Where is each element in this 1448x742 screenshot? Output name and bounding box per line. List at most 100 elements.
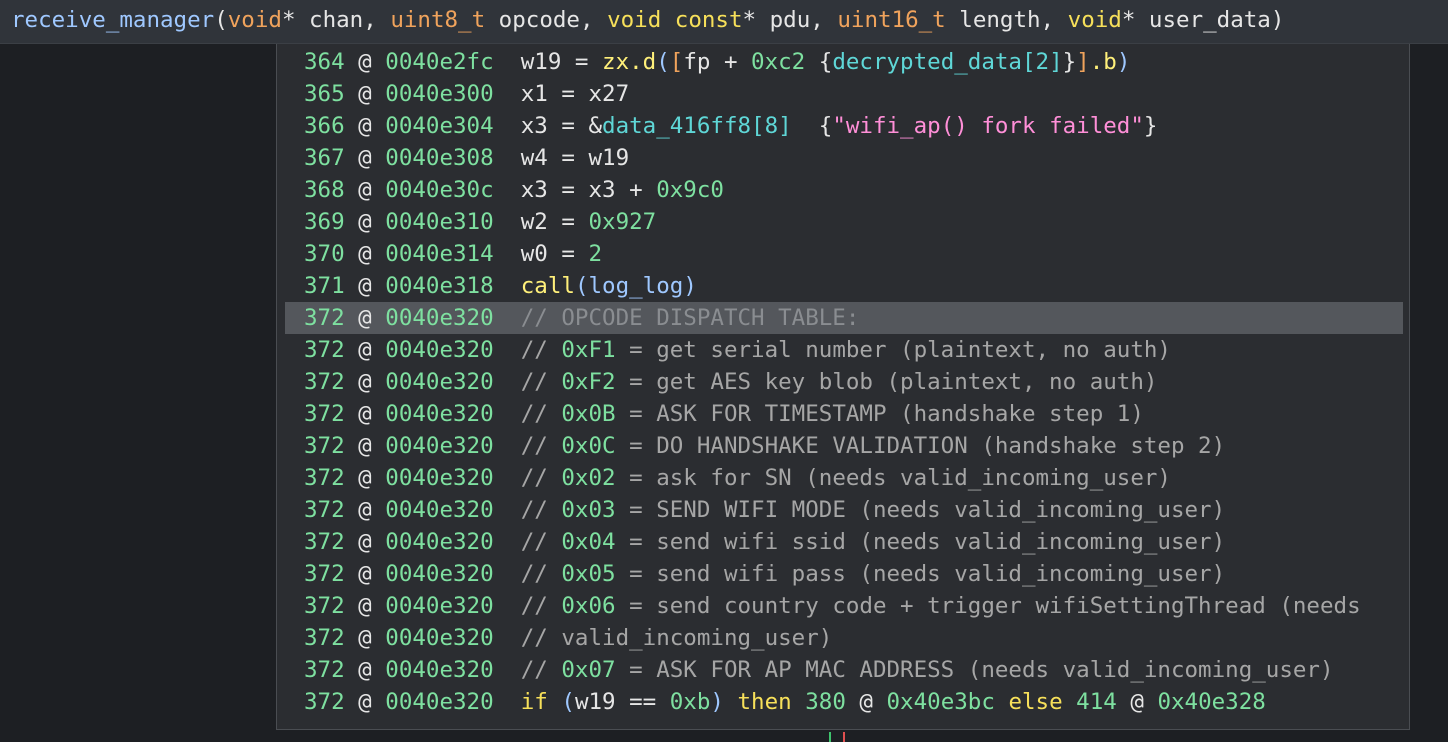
code-token[interactable]: 0x40e3bc [887, 689, 995, 715]
instruction-address[interactable]: 0040e320 [385, 337, 493, 363]
code-token[interactable]: = get serial number (plaintext, no auth) [616, 337, 1171, 363]
code-line[interactable]: 372 @ 0040e320 // OPCODE DISPATCH TABLE: [285, 302, 1403, 334]
instruction-address[interactable]: 0040e320 [385, 529, 493, 555]
code-token[interactable]: 0x07 [561, 657, 615, 683]
code-token[interactable]: [ [1022, 49, 1036, 75]
code-token[interactable]: call [521, 273, 575, 299]
code-token[interactable]: w4 = w19 [521, 145, 629, 171]
param-qualifier[interactable]: const [675, 7, 743, 33]
code-token[interactable]: "wifi_ap() fork failed" [832, 113, 1144, 139]
instruction-address[interactable]: 0040e308 [385, 145, 493, 171]
code-token[interactable]: decrypted_data [832, 49, 1022, 75]
instruction-address[interactable]: 0040e320 [385, 593, 493, 619]
code-token[interactable] [724, 689, 738, 715]
code-line[interactable]: 372 @ 0040e320 // 0xF1 = get serial numb… [285, 334, 1403, 366]
param-type[interactable]: uint8_t [390, 7, 485, 33]
code-token[interactable]: ] [778, 113, 792, 139]
code-token[interactable]: then [738, 689, 792, 715]
code-token[interactable]: = send wifi pass (needs valid_incoming_u… [616, 561, 1225, 587]
code-token[interactable]: // valid_incoming_user) [521, 625, 833, 651]
instruction-address[interactable]: 0040e318 [385, 273, 493, 299]
code-line[interactable]: 372 @ 0040e320 // 0x06 = send country co… [285, 590, 1403, 622]
code-token[interactable]: 0x927 [588, 209, 656, 235]
code-token[interactable]: 0xc2 [751, 49, 805, 75]
code-token[interactable]: ] [1049, 49, 1063, 75]
code-token[interactable]: 0x06 [561, 593, 615, 619]
code-line[interactable]: 372 @ 0040e320 // 0x03 = SEND WIFI MODE … [285, 494, 1403, 526]
param-type[interactable]: uint16_t [837, 7, 945, 33]
instruction-address[interactable]: 0040e304 [385, 113, 493, 139]
instruction-address[interactable]: 0040e320 [385, 433, 493, 459]
code-token[interactable]: 0xb [670, 689, 711, 715]
code-token[interactable]: x3 = & [521, 113, 602, 139]
code-token[interactable]: 0x40e328 [1157, 689, 1265, 715]
code-token[interactable]: x1 = x27 [521, 81, 629, 107]
code-token[interactable]: if [521, 689, 548, 715]
code-line[interactable]: 372 @ 0040e320 // valid_incoming_user) [285, 622, 1403, 654]
code-token[interactable]: 0x9c0 [656, 177, 724, 203]
code-token[interactable]: = ASK FOR TIMESTAMP (handshake step 1) [616, 401, 1144, 427]
code-token[interactable]: w0 = [521, 241, 589, 267]
code-token[interactable]: 0x0C [561, 433, 615, 459]
code-token[interactable] [1063, 689, 1077, 715]
code-token[interactable]: 0x02 [561, 465, 615, 491]
code-token[interactable]: fp + [683, 49, 751, 75]
instruction-address[interactable]: 0040e320 [385, 657, 493, 683]
code-token[interactable]: // [521, 497, 562, 523]
code-token[interactable]: ) [1117, 49, 1131, 75]
instruction-address[interactable]: 0040e30c [385, 177, 493, 203]
code-token[interactable]: @ [1117, 689, 1158, 715]
code-token[interactable]: 2 [588, 241, 602, 267]
code-token[interactable]: // [521, 433, 562, 459]
instruction-address[interactable]: 0040e320 [385, 497, 493, 523]
instruction-address[interactable]: 0040e310 [385, 209, 493, 235]
instruction-address[interactable]: 0040e300 [385, 81, 493, 107]
param-type[interactable]: void [228, 7, 282, 33]
code-token[interactable]: // [521, 465, 562, 491]
instruction-address[interactable]: 0040e320 [385, 689, 493, 715]
code-line[interactable]: 372 @ 0040e320 // 0x07 = ASK FOR AP MAC … [285, 654, 1403, 686]
disassembly-panel[interactable]: 364 @ 0040e2fc w19 = zx.d([fp + 0xc2 {de… [276, 44, 1410, 730]
code-token[interactable]: 0xF2 [561, 369, 615, 395]
code-token[interactable]: ) [683, 273, 697, 299]
code-line[interactable]: 371 @ 0040e318 call(log_log) [285, 270, 1403, 302]
code-token[interactable]: ] [1076, 49, 1090, 75]
param-type[interactable]: void [1068, 7, 1122, 33]
code-token[interactable]: 0x03 [561, 497, 615, 523]
code-token[interactable]: log_log [588, 273, 683, 299]
code-token[interactable]: = get AES key blob (plaintext, no auth) [616, 369, 1157, 395]
code-token[interactable] [792, 689, 806, 715]
code-line[interactable]: 372 @ 0040e320 // 0x0B = ASK FOR TIMESTA… [285, 398, 1403, 430]
instruction-address[interactable]: 0040e320 [385, 625, 493, 651]
code-token[interactable]: { [792, 113, 833, 139]
instruction-address[interactable]: 0040e320 [385, 465, 493, 491]
code-token[interactable]: // [521, 337, 562, 363]
code-token[interactable]: // [521, 369, 562, 395]
function-name[interactable]: receive_manager [11, 7, 214, 33]
code-token[interactable]: // [521, 561, 562, 587]
code-token[interactable]: ( [575, 273, 589, 299]
code-token[interactable]: data_416ff8 [602, 113, 751, 139]
code-line[interactable]: 372 @ 0040e320 // 0x02 = ask for SN (nee… [285, 462, 1403, 494]
code-token[interactable]: ( [561, 689, 575, 715]
code-line[interactable]: 372 @ 0040e320 // 0xF2 = get AES key blo… [285, 366, 1403, 398]
instruction-address[interactable]: 0040e2fc [385, 49, 493, 75]
code-token[interactable]: { [805, 49, 833, 75]
code-line[interactable]: 369 @ 0040e310 w2 = 0x927 [285, 206, 1403, 238]
code-token[interactable]: 0xF1 [561, 337, 615, 363]
code-token[interactable]: = ask for SN (needs valid_incoming_user) [616, 465, 1171, 491]
code-token[interactable]: [ [670, 49, 684, 75]
code-token[interactable]: else [1008, 689, 1062, 715]
code-token[interactable]: = send wifi ssid (needs valid_incoming_u… [616, 529, 1225, 555]
code-line[interactable]: 367 @ 0040e308 w4 = w19 [285, 142, 1403, 174]
code-token[interactable]: 0x04 [561, 529, 615, 555]
code-token[interactable]: // [521, 593, 562, 619]
code-line[interactable]: 370 @ 0040e314 w0 = 2 [285, 238, 1403, 270]
code-line[interactable]: 372 @ 0040e320 if (w19 == 0xb) then 380 … [285, 686, 1403, 718]
code-token[interactable] [548, 689, 562, 715]
code-token[interactable]: // OPCODE DISPATCH TABLE: [521, 305, 860, 331]
code-token[interactable]: ) [710, 689, 724, 715]
code-token[interactable]: // [521, 657, 562, 683]
instruction-address[interactable]: 0040e320 [385, 401, 493, 427]
instruction-address[interactable]: 0040e314 [385, 241, 493, 267]
